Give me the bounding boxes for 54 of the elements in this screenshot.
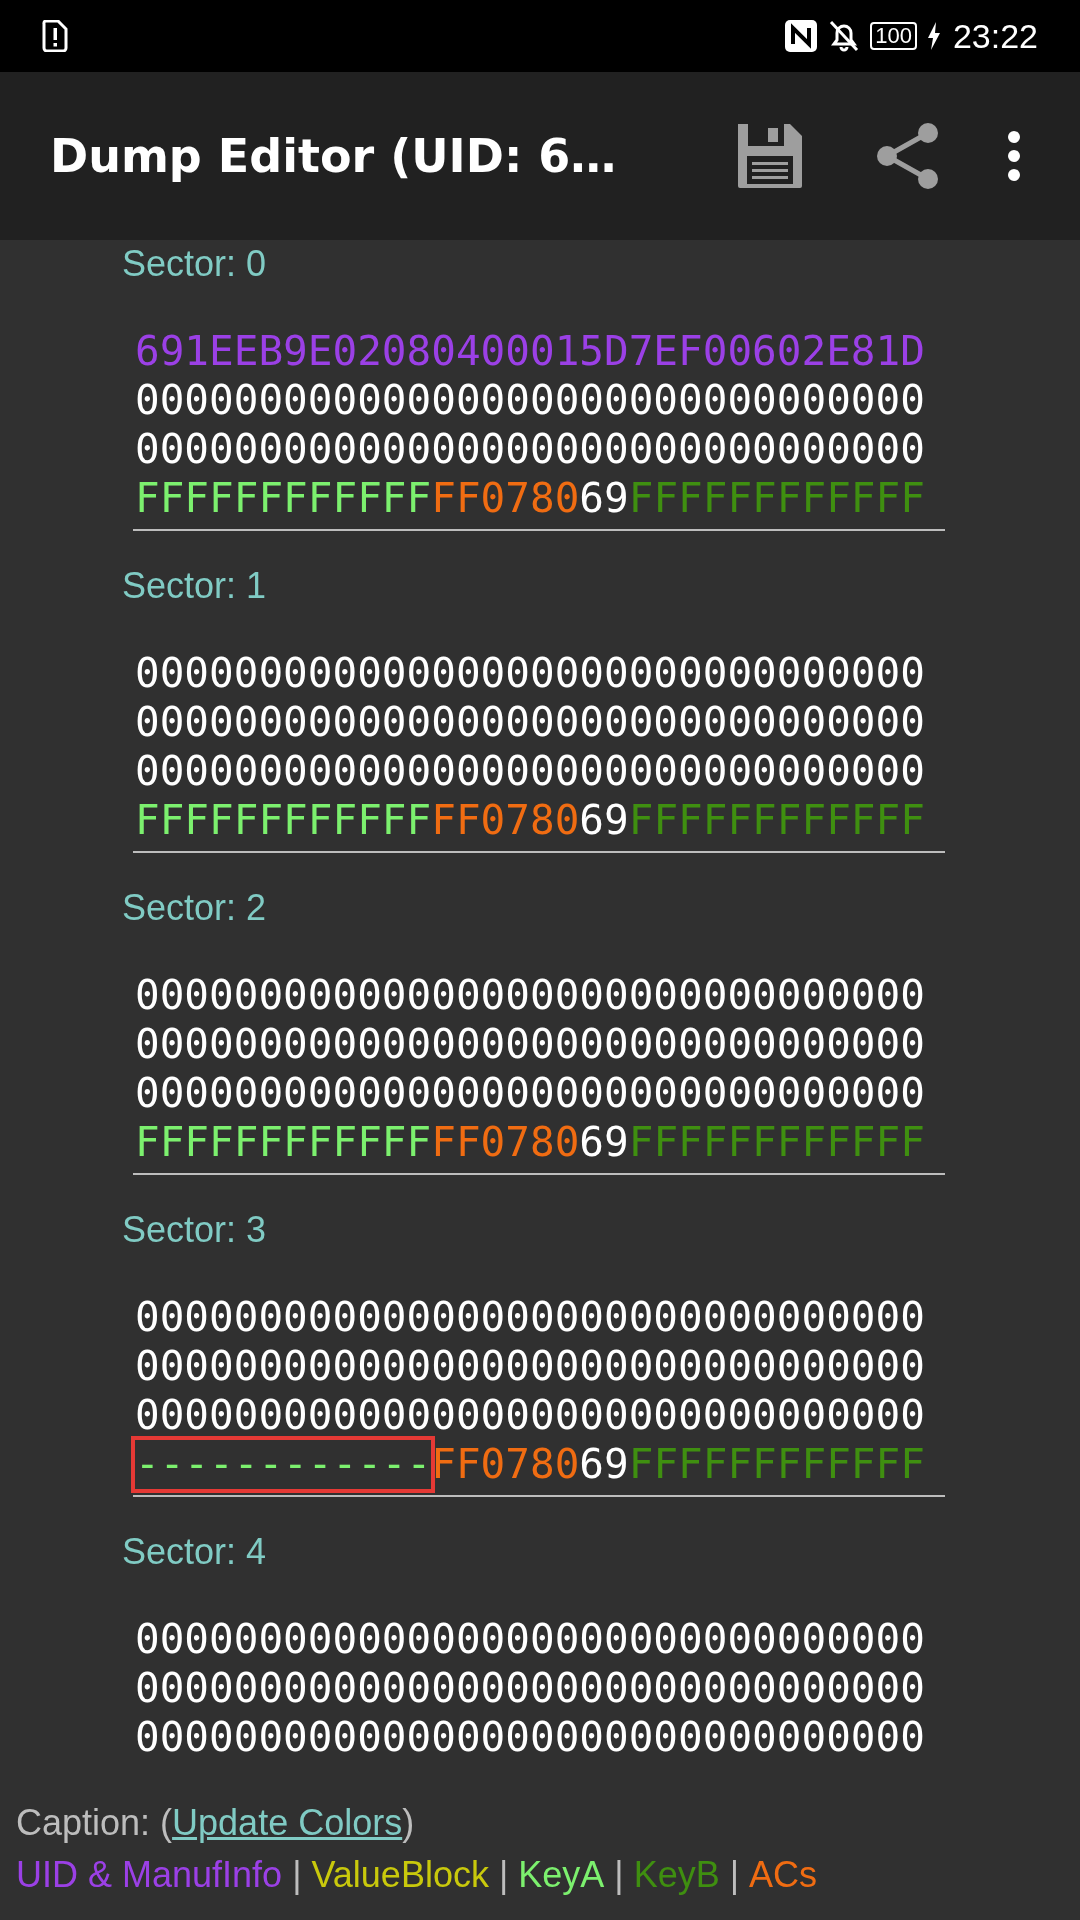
legend-separator: | <box>729 1853 740 1897</box>
hex-line: 00000000000000000000000000000000 <box>135 1342 925 1391</box>
alert-file-icon <box>42 20 68 52</box>
charging-bolt-icon <box>926 22 941 50</box>
hex-line: 00000000000000000000000000000000 <box>135 1664 925 1713</box>
access-bits-text: FF0780 <box>431 1440 580 1489</box>
legend-label: UID & ManufInfo <box>16 1853 283 1897</box>
key-a-text: FFFFFFFFFFFF <box>135 1118 432 1167</box>
hex-line: 00000000000000000000000000000000 <box>135 747 925 796</box>
battery-indicator: 100 <box>870 22 917 50</box>
app-title: Dump Editor (UID: 6… <box>50 129 617 183</box>
key-b-text: FFFFFFFFFFFF <box>628 474 925 523</box>
legend-label: KeyB <box>633 1853 720 1897</box>
hex-line: 00000000000000000000000000000000 <box>135 425 925 474</box>
bell-off-icon <box>828 19 861 53</box>
hex-line: 00000000000000000000000000000000 <box>135 1391 925 1440</box>
hex-line: 00000000000000000000000000000000 <box>135 649 925 698</box>
key-b-text: FFFFFFFFFFFF <box>628 796 925 845</box>
hex-line: 00000000000000000000000000000000 <box>135 1615 925 1664</box>
access-bits-text: FF0780 <box>431 474 580 523</box>
access-bits-text: FF0780 <box>431 796 580 845</box>
legend-label: ValueBlock <box>311 1853 489 1897</box>
legend-separator: | <box>614 1853 624 1897</box>
nfc-icon <box>784 19 819 53</box>
legend-label: ACs <box>749 1853 818 1897</box>
key-b-text: FFFFFFFFFFFF <box>628 1440 925 1489</box>
key-a-text: FFFFFFFFFFFF <box>135 796 432 845</box>
hex-line: 00000000000000000000000000000000 <box>135 1713 925 1762</box>
clock-time: 23:22 <box>952 16 1038 56</box>
hex-line: 00000000000000000000000000000000 <box>135 971 925 1020</box>
hex-line: 00000000000000000000000000000000 <box>135 1020 925 1069</box>
hex-line: 00000000000000000000000000000000 <box>135 1293 925 1342</box>
key-a-text: FFFFFFFFFFFF <box>135 474 432 523</box>
hex-line: 00000000000000000000000000000000 <box>135 376 925 425</box>
access-bits-text: FF0780 <box>431 1118 580 1167</box>
update-colors-link[interactable]: Update Colors <box>172 1802 403 1843</box>
user-byte-text: 69 <box>579 1118 629 1167</box>
sector-label: Sector: 2 <box>122 886 268 930</box>
sector-label: Sector: 4 <box>122 1530 268 1574</box>
caption-label: Caption: ( <box>16 1802 173 1843</box>
hex-line: 00000000000000000000000000000000 <box>135 1069 925 1118</box>
sector-label: Sector: 1 <box>122 564 268 608</box>
user-byte-text: 69 <box>579 1440 629 1489</box>
key-b-text: FFFFFFFFFFFF <box>628 1118 925 1167</box>
user-byte-text: 69 <box>579 796 629 845</box>
hex-line: 00000000000000000000000000000000 <box>135 698 925 747</box>
legend-label: KeyA <box>518 1853 605 1897</box>
user-byte-text: 69 <box>579 474 629 523</box>
sector-label: Sector: 3 <box>122 1208 268 1252</box>
sector-label: Sector: 0 <box>122 242 268 286</box>
legend-separator: | <box>292 1853 302 1897</box>
hex-line: 691EEB9E02080400015D7EF00602E81D <box>135 327 925 376</box>
legend-separator: | <box>498 1853 509 1897</box>
caption-paren: ) <box>402 1802 415 1843</box>
